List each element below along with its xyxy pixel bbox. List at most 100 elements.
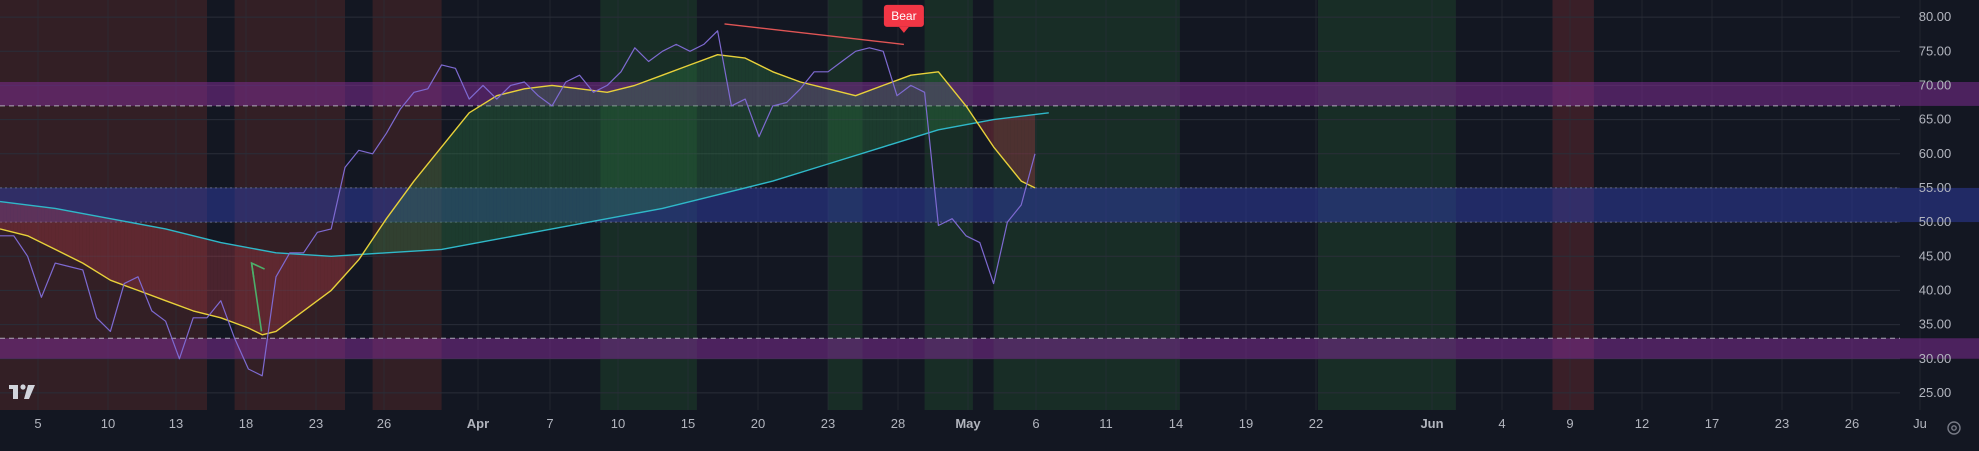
ma-fill-segment bbox=[714, 54, 718, 196]
ma-fill-segment bbox=[193, 235, 197, 312]
ma-fill-segment bbox=[179, 232, 183, 308]
ma-fill-segment bbox=[910, 74, 915, 139]
ma-fill-segment bbox=[407, 185, 411, 252]
ma-fill-segment bbox=[641, 81, 646, 213]
ma-fill-segment bbox=[1010, 117, 1015, 173]
ma-fill-segment bbox=[241, 246, 245, 327]
y-axis-tick-label: 55.00 bbox=[1919, 180, 1952, 195]
ma-fill-segment bbox=[24, 204, 28, 236]
ma-fill-segment bbox=[955, 93, 960, 127]
ma-fill-segment bbox=[244, 247, 249, 328]
ma-fill-segment bbox=[600, 91, 604, 220]
ma-fill-segment bbox=[465, 112, 470, 245]
ma-fill-segment bbox=[227, 243, 232, 322]
ma-fill-segment bbox=[489, 97, 494, 241]
ma-fill-segment bbox=[507, 92, 511, 238]
ma-fill-segment bbox=[655, 76, 659, 210]
x-axis-tick-label: 9 bbox=[1566, 416, 1573, 431]
ma-fill-segment bbox=[665, 72, 670, 208]
ma-fill-segment bbox=[569, 87, 573, 226]
ma-fill-segment bbox=[451, 129, 456, 248]
ma-fill-segment bbox=[317, 255, 321, 301]
ma-fill-segment bbox=[786, 76, 791, 177]
ma-fill-segment bbox=[503, 93, 508, 238]
ma-fill-segment bbox=[44, 207, 49, 246]
ma-fill-segment bbox=[834, 90, 839, 162]
ma-fill-segment bbox=[624, 87, 628, 216]
ma-fill-segment bbox=[262, 250, 266, 335]
y-axis-tick-label: 35.00 bbox=[1919, 317, 1952, 332]
ma-fill-segment bbox=[445, 138, 449, 249]
ma-fill-segment bbox=[303, 254, 308, 311]
ma-fill-segment bbox=[500, 93, 504, 239]
ma-fill-segment bbox=[286, 253, 290, 324]
ma-fill-segment bbox=[672, 70, 677, 206]
ma-fill-segment bbox=[614, 89, 618, 218]
ma-fill-segment bbox=[172, 230, 176, 305]
ma-fill-segment bbox=[106, 218, 111, 281]
ma-fill-segment bbox=[486, 99, 490, 242]
ma-fill-segment bbox=[596, 90, 601, 221]
ma-fill-segment bbox=[144, 225, 149, 295]
ma-fill-segment bbox=[586, 89, 590, 223]
x-axis-tick-label: 23 bbox=[1775, 416, 1789, 431]
ma-fill-segment bbox=[1017, 116, 1022, 182]
x-axis-tick-label: 17 bbox=[1705, 416, 1719, 431]
chart-canvas[interactable]: Bear 80.00 75.00 70.00 65.00 60.00 55.00 50.00 4… bbox=[0, 0, 1979, 446]
ma-fill-segment bbox=[82, 213, 87, 266]
rsi-chart[interactable]: Bear 80.00 75.00 70.00 65.00 60.00 55.00 50.00 4… bbox=[0, 0, 1979, 446]
ma-fill-segment bbox=[607, 91, 611, 219]
ma-fill-segment bbox=[755, 63, 759, 186]
ma-fill-segment bbox=[155, 226, 159, 299]
ma-fill-segment bbox=[603, 91, 608, 220]
ma-fill-segment bbox=[224, 243, 228, 321]
ma-fill-segment bbox=[17, 203, 21, 235]
ma-fill-segment bbox=[200, 237, 204, 314]
ma-fill-segment bbox=[417, 172, 421, 251]
ma-fill-segment bbox=[265, 250, 270, 334]
ma-fill-segment bbox=[441, 142, 446, 250]
ma-fill-segment bbox=[386, 213, 390, 253]
ma-fill-segment bbox=[679, 67, 684, 205]
ma-fill-segment bbox=[86, 214, 90, 268]
ma-fill-segment bbox=[638, 82, 642, 213]
ma-fill-segment bbox=[1007, 117, 1011, 169]
ma-fill-segment bbox=[186, 234, 190, 310]
ma-fill-segment bbox=[438, 146, 442, 250]
ma-fill-segment bbox=[931, 72, 935, 132]
ma-fill-segment bbox=[865, 90, 870, 153]
ma-fill-segment bbox=[803, 82, 808, 172]
x-axis-tick-label: 26 bbox=[1845, 416, 1859, 431]
ma-fill-segment bbox=[690, 63, 694, 202]
x-axis-tick-label: Ju bbox=[1913, 416, 1927, 431]
ma-fill-segment bbox=[1024, 115, 1029, 185]
ma-fill-segment bbox=[576, 88, 580, 225]
ma-fill-segment bbox=[434, 151, 439, 250]
x-axis-tick-label: 28 bbox=[891, 416, 905, 431]
ma-fill-segment bbox=[727, 55, 732, 193]
ma-fill-segment bbox=[634, 84, 639, 214]
x-axis-tick-label: 11 bbox=[1099, 416, 1113, 431]
x-axis-tick-label: May bbox=[955, 416, 981, 431]
ma-fill-segment bbox=[928, 72, 932, 134]
ma-fill-segment bbox=[62, 209, 66, 255]
ma-fill-segment bbox=[841, 92, 846, 160]
ma-fill-segment bbox=[776, 73, 780, 181]
ma-fill-segment bbox=[3, 202, 7, 231]
ma-fill-segment bbox=[1021, 115, 1025, 183]
ma-fill-segment bbox=[879, 85, 884, 148]
ma-fill-segment bbox=[289, 253, 294, 322]
ma-fill-segment bbox=[814, 85, 818, 169]
ma-fill-segment bbox=[907, 75, 911, 140]
ma-fill-segment bbox=[621, 87, 625, 217]
gear-icon[interactable] bbox=[1944, 418, 1964, 438]
ma-fill-segment bbox=[127, 221, 132, 288]
tradingview-logo-icon[interactable] bbox=[8, 382, 42, 402]
ma-fill-segment bbox=[941, 76, 946, 130]
ma-fill-segment bbox=[79, 212, 83, 264]
ma-fill-segment bbox=[845, 93, 849, 159]
ma-fill-segment bbox=[469, 110, 473, 245]
ma-fill-segment bbox=[210, 240, 214, 317]
ma-fill-segment bbox=[396, 199, 401, 253]
ma-fill-segment bbox=[472, 108, 477, 244]
